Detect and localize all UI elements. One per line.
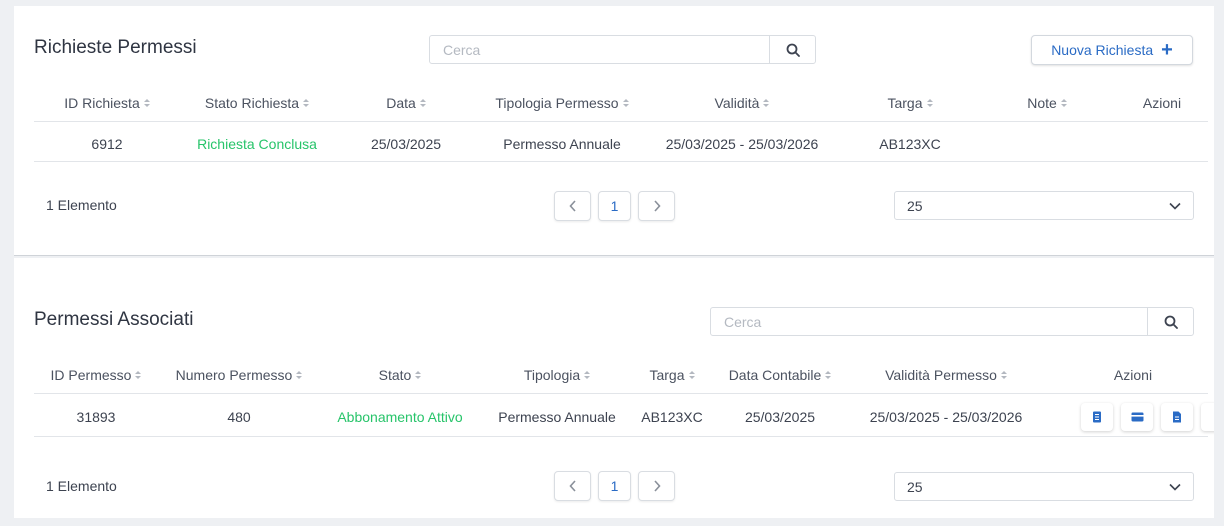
col-data[interactable]: Data — [334, 84, 478, 121]
prev-page-button[interactable] — [554, 191, 591, 221]
sort-icon — [303, 98, 310, 107]
sort-icon — [135, 370, 142, 379]
cell-tipologia: Permesso Annuale — [503, 135, 621, 152]
chevron-left-icon — [568, 200, 576, 212]
chevron-right-icon — [653, 200, 661, 212]
next-page-button[interactable] — [638, 191, 675, 221]
search-icon — [1164, 315, 1178, 329]
cell-validita: 25/03/2025 - 25/03/2026 — [869, 408, 1023, 425]
associati-title: Permessi Associati — [34, 309, 194, 330]
plus-icon: + — [1161, 39, 1173, 61]
col-data-contabile[interactable]: Data Contabile — [710, 356, 850, 393]
richieste-count: 1 Elemento — [46, 197, 117, 213]
more-action-button[interactable] — [1201, 402, 1214, 431]
col-targa[interactable]: Targa — [838, 84, 982, 121]
associati-search-button[interactable] — [1147, 308, 1193, 335]
associati-search-input[interactable] — [711, 308, 1147, 335]
col-stato-richiesta[interactable]: Stato Richiesta — [180, 84, 334, 121]
sort-icon — [296, 370, 303, 379]
chevron-left-icon — [568, 480, 576, 492]
page-size-value: 25 — [907, 197, 923, 214]
col-id-richiesta[interactable]: ID Richiesta — [34, 84, 180, 121]
sort-icon — [415, 370, 422, 379]
sort-icon — [926, 98, 933, 107]
richieste-permessi-panel: Richieste Permessi Nuova Richiesta + ID … — [14, 6, 1214, 256]
sort-icon — [419, 98, 426, 107]
cell-targa: AB123XC — [641, 408, 703, 425]
col-stato[interactable]: Stato — [320, 356, 480, 393]
chevron-right-icon — [653, 480, 661, 492]
cell-data-contabile: 25/03/2025 — [744, 408, 816, 425]
richieste-search-button[interactable] — [769, 36, 815, 63]
richieste-table-header: ID Richiesta Stato Richiesta Data Tipolo… — [34, 84, 1208, 122]
associati-page-size-select[interactable]: 25 — [894, 472, 1194, 501]
next-page-button[interactable] — [638, 471, 675, 501]
richieste-title: Richieste Permessi — [34, 37, 197, 58]
page-size-value: 25 — [907, 478, 923, 495]
cell-data: 25/03/2025 — [370, 135, 442, 152]
associati-pagination: 1 — [554, 471, 675, 501]
cell-note — [982, 126, 1112, 161]
nuova-richiesta-label: Nuova Richiesta — [1051, 42, 1154, 58]
row-actions — [1081, 397, 1214, 436]
card-icon — [1131, 412, 1143, 421]
richieste-search-input[interactable] — [430, 36, 769, 63]
chevron-down-icon — [1169, 202, 1181, 210]
search-icon — [786, 43, 800, 57]
sort-icon — [763, 98, 770, 107]
cell-stato: Abbonamento Attivo — [337, 408, 463, 425]
col-numero-permesso[interactable]: Numero Permesso — [158, 356, 320, 393]
table-row: 6912 Richiesta Conclusa 25/03/2025 Perme… — [34, 126, 1208, 162]
chevron-down-icon — [1169, 483, 1181, 491]
document-button[interactable] — [1161, 402, 1193, 431]
sort-icon — [1060, 98, 1067, 107]
associati-table-header: ID Permesso Numero Permesso Stato Tipolo… — [34, 356, 1208, 394]
cell-id: 31893 — [76, 408, 116, 425]
cell-numero: 480 — [227, 408, 251, 425]
prev-page-button[interactable] — [554, 471, 591, 501]
cell-validita: 25/03/2025 - 25/03/2026 — [665, 135, 819, 152]
nuova-richiesta-button[interactable]: Nuova Richiesta + — [1031, 35, 1193, 65]
richieste-pagination: 1 — [554, 191, 675, 221]
associati-search — [710, 307, 1194, 336]
sort-icon — [825, 370, 832, 379]
cell-id: 6912 — [91, 135, 123, 152]
sort-icon — [688, 370, 695, 379]
page-1-button[interactable]: 1 — [598, 471, 631, 501]
col-validita[interactable]: Validità — [646, 84, 838, 121]
cell-stato: Richiesta Conclusa — [197, 135, 317, 152]
associati-count: 1 Elemento — [46, 478, 117, 494]
col-azioni: Azioni — [1113, 366, 1153, 383]
permessi-associati-panel: Permessi Associati ID Permesso Numero Pe… — [14, 258, 1214, 518]
table-row: 31893 480 Abbonamento Attivo Permesso An… — [34, 397, 1214, 437]
col-note[interactable]: Note — [982, 84, 1112, 121]
card-button[interactable] — [1121, 402, 1153, 431]
document-icon — [1173, 411, 1181, 422]
sort-icon — [584, 370, 591, 379]
receipt-button[interactable] — [1081, 402, 1113, 431]
col-targa[interactable]: Targa — [634, 356, 710, 393]
richieste-page-size-select[interactable]: 25 — [894, 191, 1194, 220]
sort-icon — [143, 98, 150, 107]
richieste-search — [429, 35, 816, 64]
col-id-permesso[interactable]: ID Permesso — [34, 356, 158, 393]
col-azioni: Azioni — [1142, 94, 1182, 111]
cell-tipologia: Permesso Annuale — [498, 408, 616, 425]
sort-icon — [1000, 370, 1007, 379]
sort-icon — [622, 98, 629, 107]
col-tipologia-permesso[interactable]: Tipologia Permesso — [478, 84, 646, 121]
receipt-icon — [1093, 411, 1101, 422]
page-1-button[interactable]: 1 — [598, 191, 631, 221]
cell-targa: AB123XC — [879, 135, 941, 152]
col-tipologia[interactable]: Tipologia — [480, 356, 634, 393]
col-validita-permesso[interactable]: Validità Permesso — [850, 356, 1042, 393]
